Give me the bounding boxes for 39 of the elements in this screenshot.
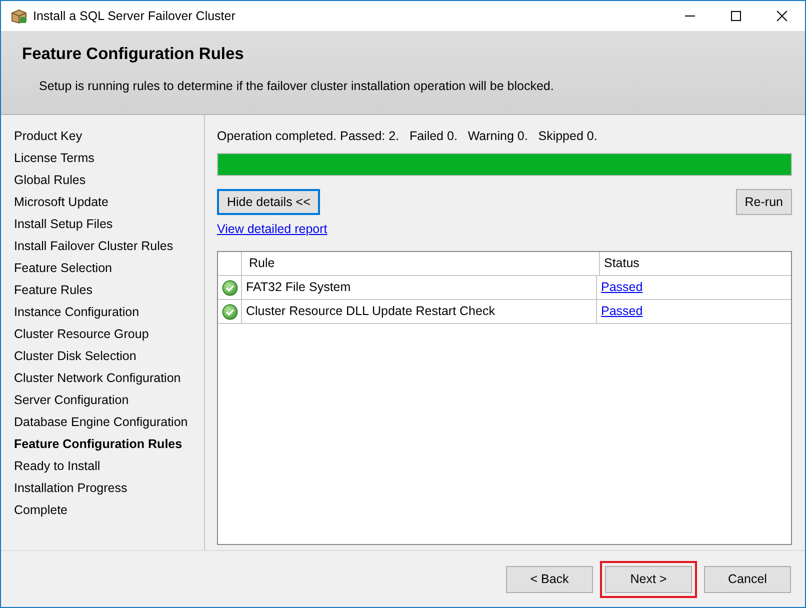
hide-details-button[interactable]: Hide details << (217, 189, 320, 215)
check-icon (222, 304, 238, 320)
sidebar-item[interactable]: Feature Selection (14, 257, 204, 279)
sidebar-item[interactable]: Cluster Network Configuration (14, 367, 204, 389)
maximize-icon[interactable] (730, 10, 742, 22)
sidebar-item[interactable]: Feature Configuration Rules (14, 433, 204, 455)
sidebar-item[interactable]: Install Setup Files (14, 213, 204, 235)
sidebar-item[interactable]: Complete (14, 499, 204, 521)
wizard-button[interactable]: Next > (605, 566, 692, 592)
sidebar-item[interactable]: Cluster Disk Selection (14, 345, 204, 367)
sidebar-item[interactable]: Instance Configuration (14, 301, 204, 323)
status-link[interactable]: Passed (601, 304, 643, 318)
report-link[interactable]: View detailed report (217, 222, 328, 236)
sidebar-item[interactable]: Install Failover Cluster Rules (14, 235, 204, 257)
sidebar-item[interactable]: Global Rules (14, 169, 204, 191)
sidebar-item[interactable]: Installation Progress (14, 477, 204, 499)
sidebar-item[interactable]: Cluster Resource Group (14, 323, 204, 345)
wizard-button[interactable]: < Back (506, 566, 593, 592)
status-text: Operation completed. Passed: 2. Failed 0. Warning 0. Skipped 0. (217, 129, 598, 145)
column-header: Status (603, 255, 640, 272)
table-cell: FAT32 File System (242, 276, 597, 299)
sidebar-item[interactable]: Ready to Install (14, 455, 204, 477)
table-cell: Cluster Resource DLL Update Restart Check (242, 300, 597, 323)
page-description: Setup is running rules to determine if the failover cluster installation operation will be blocked. (39, 79, 555, 93)
sidebar-item[interactable]: Microsoft Update (14, 191, 204, 213)
check-icon (222, 280, 238, 296)
status-link[interactable]: Passed (601, 280, 643, 294)
sidebar-item[interactable]: Database Engine Configuration (14, 411, 204, 433)
sidebar-item[interactable]: Feature Rules (14, 279, 204, 301)
column-header: Rule (242, 252, 600, 275)
wizard-button[interactable]: Cancel (704, 566, 791, 592)
sidebar-item[interactable]: Server Configuration (14, 389, 204, 411)
sidebar-item[interactable]: License Terms (14, 147, 204, 169)
window-title: Install a SQL Server Failover Cluster (33, 9, 236, 23)
rerun-button[interactable]: Re-run (736, 189, 792, 215)
sidebar-item[interactable]: Product Key (14, 125, 204, 147)
page-title: Feature Configuration Rules (22, 45, 245, 64)
close-icon[interactable] (776, 10, 788, 22)
box-icon (11, 8, 27, 24)
